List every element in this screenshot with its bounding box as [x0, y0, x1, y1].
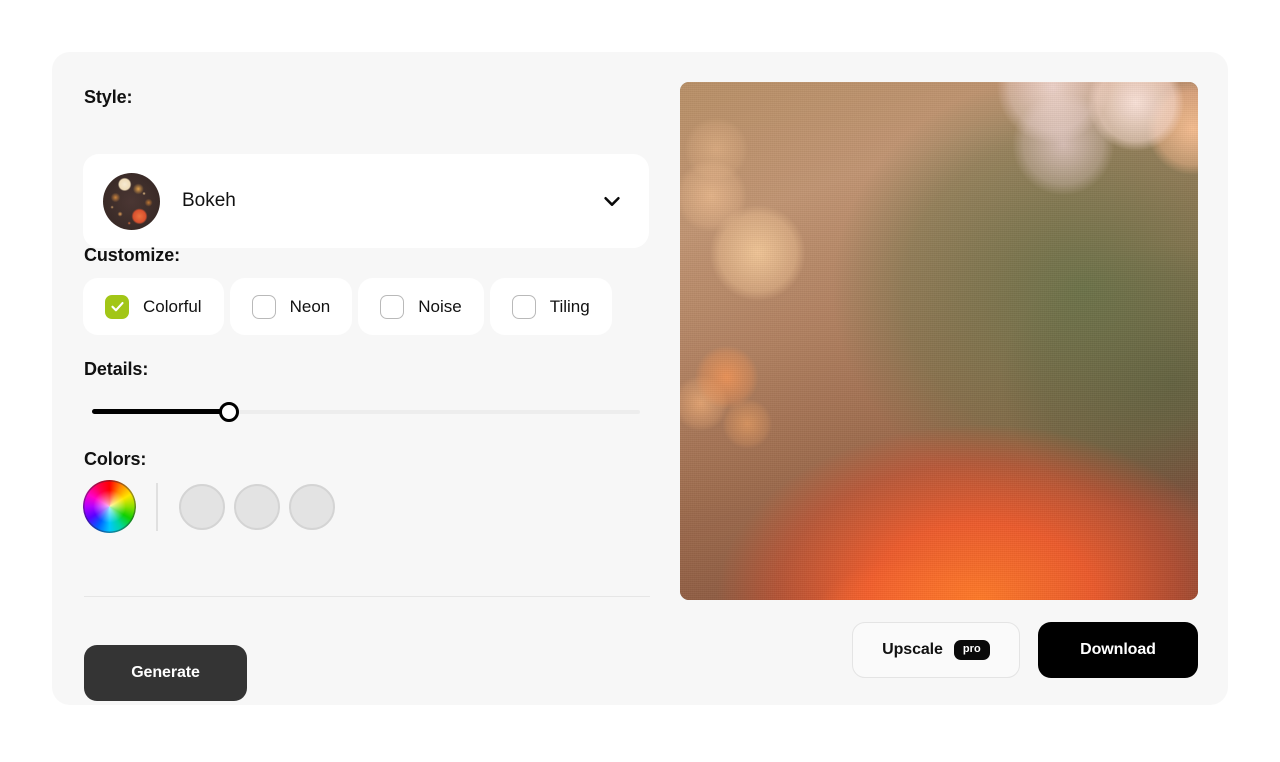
details-slider-fill — [92, 409, 229, 414]
generator-card: Style: Bokeh Customize: Colorful Neon No… — [52, 52, 1228, 705]
checkbox-noise[interactable] — [380, 294, 405, 319]
customize-option-colorful[interactable]: Colorful — [83, 278, 224, 335]
preview-panel: Upscale pro Download — [680, 82, 1200, 682]
color-swatch-3[interactable] — [288, 483, 335, 530]
customize-label: Customize: — [84, 245, 181, 265]
chevron-down-icon[interactable] — [601, 190, 623, 212]
generate-button[interactable]: Generate — [84, 645, 247, 701]
generated-bokeh-image[interactable] — [680, 82, 1198, 600]
colors-divider — [156, 482, 158, 531]
style-label: Style: — [84, 87, 133, 107]
colors-row — [83, 480, 344, 533]
customize-option-label: Noise — [418, 296, 462, 316]
controls-panel: Style: Bokeh Customize: Colorful Neon No… — [83, 80, 653, 701]
details-label: Details: — [84, 359, 149, 379]
app-root: Style: Bokeh Customize: Colorful Neon No… — [0, 0, 1280, 762]
details-slider[interactable] — [92, 398, 640, 426]
checkbox-colorful[interactable] — [105, 294, 129, 319]
color-wheel-picker-icon[interactable] — [83, 480, 136, 533]
upscale-button-label: Upscale — [882, 641, 943, 658]
customize-options: Colorful Neon Noise Tiling — [83, 278, 612, 335]
details-slider-thumb[interactable] — [219, 402, 239, 422]
download-button[interactable]: Download — [1038, 622, 1198, 678]
customize-option-tiling[interactable]: Tiling — [489, 278, 612, 335]
customize-option-label: Colorful — [143, 296, 202, 316]
section-divider — [84, 596, 650, 597]
style-selected-value: Bokeh — [182, 190, 236, 211]
checkbox-neon[interactable] — [251, 294, 276, 319]
preview-actions: Upscale pro Download — [680, 621, 1198, 679]
check-icon — [110, 302, 124, 312]
color-swatch-1[interactable] — [178, 483, 225, 530]
checkbox-tiling[interactable] — [511, 294, 536, 319]
customize-option-neon[interactable]: Neon — [229, 278, 353, 335]
customize-option-noise[interactable]: Noise — [358, 278, 484, 335]
colors-label: Colors: — [84, 449, 147, 469]
customize-option-label: Neon — [289, 296, 331, 316]
style-select[interactable]: Bokeh — [83, 154, 649, 248]
bokeh-style-thumbnail-icon — [103, 172, 160, 230]
color-swatch-2[interactable] — [233, 483, 280, 530]
pro-badge: pro — [953, 640, 990, 660]
upscale-button[interactable]: Upscale pro — [852, 622, 1020, 678]
bokeh-grain-layer — [680, 82, 1198, 600]
customize-option-label: Tiling — [549, 296, 590, 316]
